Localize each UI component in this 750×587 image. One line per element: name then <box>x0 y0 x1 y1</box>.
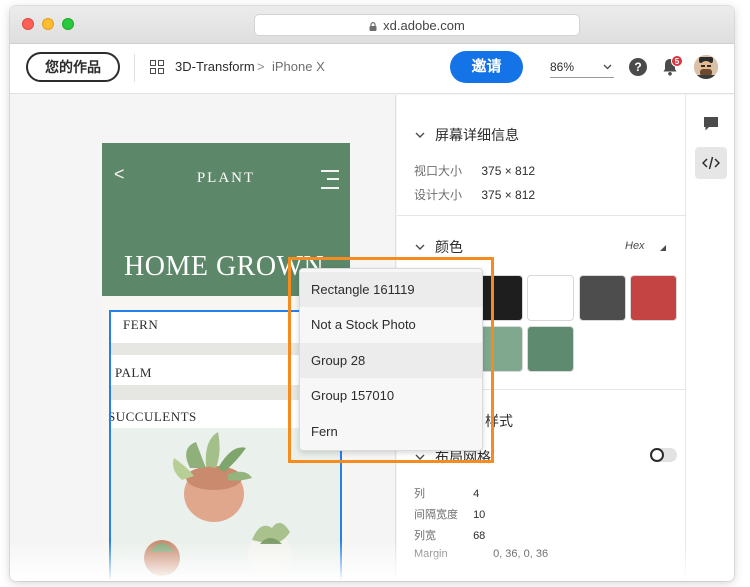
margin-value: 0, 36, 0, 36 <box>493 548 549 560</box>
grid-icon[interactable] <box>150 60 164 74</box>
color-format-select[interactable]: Hex <box>625 240 645 252</box>
margin-row: Margin 0, 36, 0, 36 <box>414 548 548 560</box>
panel-divider <box>397 215 685 216</box>
screen-details-header[interactable]: 屏幕详细信息 <box>415 125 519 145</box>
app-header: 您的作品 3D-Transform > iPhone X 邀请 86% ? 5 <box>10 44 734 94</box>
colors-title: 颜色 <box>435 239 463 255</box>
browser-window: xd.adobe.com 您的作品 3D-Transform > iPhone … <box>10 6 734 581</box>
design-size-row: 设计大小 375 × 812 <box>414 186 535 203</box>
color-swatch[interactable] <box>527 275 574 321</box>
breadcrumb-separator: > <box>257 59 265 74</box>
screen-details-title: 屏幕详细信息 <box>435 127 519 143</box>
color-swatch[interactable] <box>527 326 574 372</box>
breadcrumb-project[interactable]: 3D-Transform <box>175 59 255 74</box>
gutter-width-label: 间隔宽度 <box>414 509 458 521</box>
color-swatch[interactable] <box>630 275 677 321</box>
layout-grid-toggle[interactable] <box>650 448 677 462</box>
menu-item-not-a-stock-photo[interactable]: Not a Stock Photo <box>300 307 482 342</box>
right-rail <box>685 95 734 581</box>
maximize-window-button[interactable] <box>62 18 74 30</box>
grid-columns-value: 4 <box>473 488 480 500</box>
chevron-down-icon <box>415 244 425 250</box>
margin-label: Margin <box>414 548 448 560</box>
layer-context-menu: Rectangle 161119 Not a Stock Photo Group… <box>299 268 483 451</box>
menu-item-group-157010[interactable]: Group 157010 <box>300 378 482 413</box>
triangle-down-icon <box>660 245 666 251</box>
address-bar[interactable]: xd.adobe.com <box>254 14 580 36</box>
artboard-brand: PLANT <box>196 170 256 186</box>
header-divider <box>134 54 135 82</box>
viewport-size-row: 视口大小 375 × 812 <box>414 162 535 179</box>
notification-badge: 5 <box>671 55 683 67</box>
hamburger-menu-icon <box>321 168 339 190</box>
lock-icon <box>369 21 377 31</box>
column-width-label: 列宽 <box>414 530 436 542</box>
invite-button[interactable]: 邀请 <box>450 51 523 83</box>
menu-item-fern[interactable]: Fern <box>300 414 482 449</box>
zoom-select[interactable]: 86% <box>550 58 614 78</box>
color-swatch[interactable] <box>579 275 626 321</box>
close-window-button[interactable] <box>22 18 34 30</box>
avatar[interactable] <box>694 55 718 79</box>
zoom-value: 86% <box>550 60 575 74</box>
colors-header[interactable]: 颜色 <box>415 237 463 257</box>
grid-columns-row: 列 4 <box>414 485 479 501</box>
column-width-row: 列宽 68 <box>414 527 485 543</box>
gutter-width-value: 10 <box>473 509 486 521</box>
help-icon[interactable]: ? <box>629 58 647 76</box>
browser-titlebar: xd.adobe.com <box>10 6 734 44</box>
column-width-value: 68 <box>473 530 486 542</box>
viewport-size-label: 视口大小 <box>414 164 463 178</box>
chevron-down-icon <box>603 64 612 70</box>
viewport-size-value: 375 × 812 <box>481 164 536 178</box>
minimize-window-button[interactable] <box>42 18 54 30</box>
menu-item-group-28[interactable]: Group 28 <box>300 342 482 379</box>
url-text: xd.adobe.com <box>383 17 465 33</box>
comment-icon[interactable] <box>703 116 719 132</box>
breadcrumb-artboard: iPhone X <box>272 59 325 74</box>
design-size-label: 设计大小 <box>414 188 463 202</box>
gutter-width-row: 间隔宽度 10 <box>414 506 485 522</box>
grid-columns-label: 列 <box>414 488 425 500</box>
menu-item-rectangle[interactable]: Rectangle 161119 <box>300 272 482 308</box>
design-size-value: 375 × 812 <box>481 188 536 202</box>
code-icon[interactable] <box>695 147 727 179</box>
chevron-down-icon <box>415 132 425 138</box>
your-work-button[interactable]: 您的作品 <box>26 52 120 82</box>
